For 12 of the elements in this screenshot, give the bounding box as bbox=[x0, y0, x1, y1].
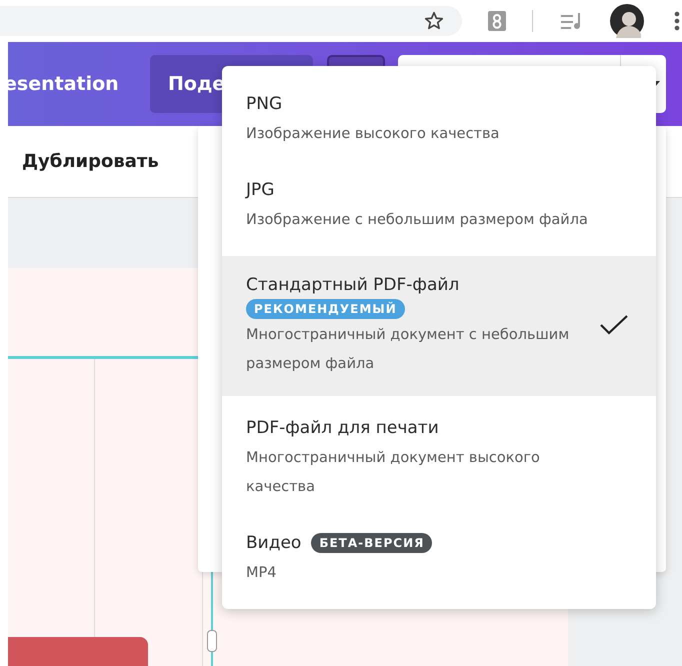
option-title: Видео bbox=[246, 532, 302, 555]
option-description: MP4 bbox=[246, 564, 278, 583]
option-description: Многостраничный документ высокого качества bbox=[246, 449, 541, 497]
option-description: Многостраничный документ с небольшим размером файла bbox=[246, 326, 570, 374]
option-title: PNG bbox=[246, 93, 282, 116]
option-description: Изображение высокого качества bbox=[246, 125, 500, 144]
option-title: PDF-файл для печати bbox=[246, 417, 439, 440]
option-title: Стандартный PDF-файл bbox=[246, 274, 460, 297]
badge: БЕТА-ВЕРСИЯ bbox=[311, 533, 432, 553]
option-description: Изображение с небольшим размером файла bbox=[246, 211, 589, 230]
badge: РЕКОМЕНДУЕМЫЙ bbox=[246, 299, 405, 319]
option-title: JPG bbox=[246, 179, 274, 202]
